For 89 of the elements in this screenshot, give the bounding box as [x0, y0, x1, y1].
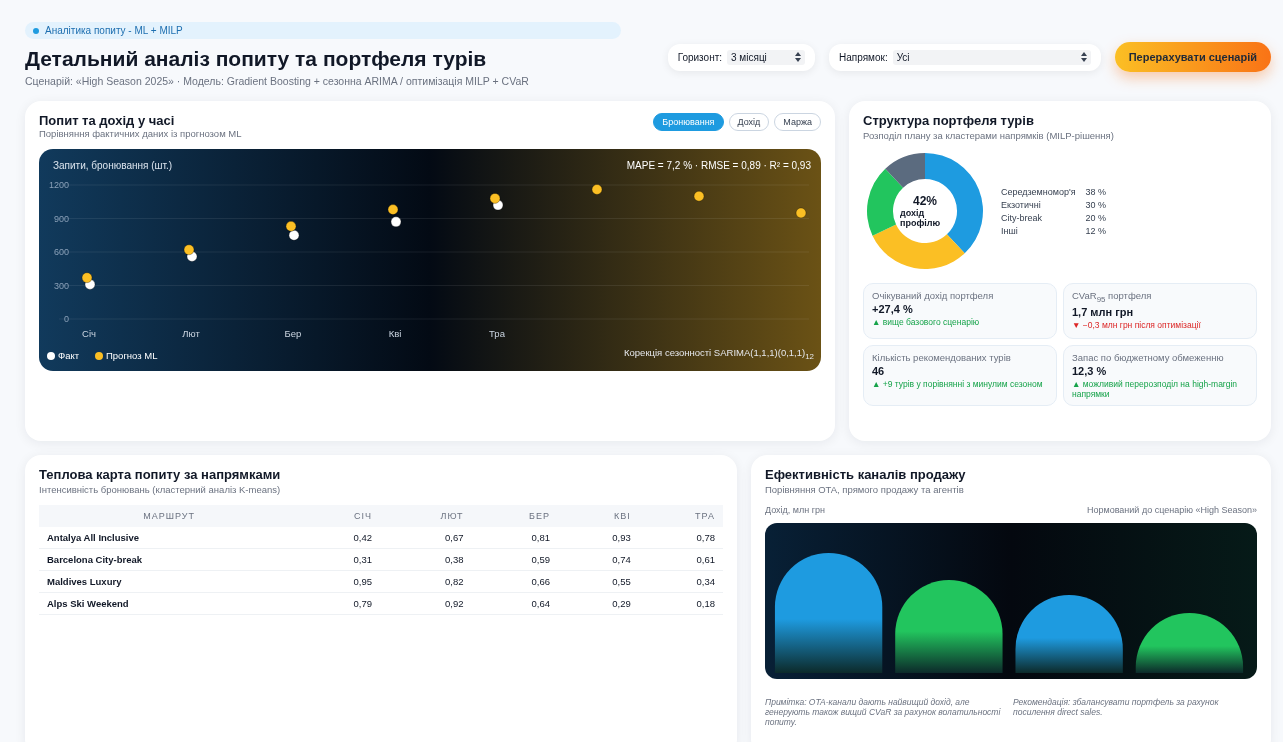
- card-title: Ефективність каналів продажу: [765, 467, 967, 482]
- axis-tick-label: Кві: [388, 328, 402, 339]
- axis-tick-label: 900: [53, 213, 69, 224]
- center-label: дохід профілю: [900, 207, 942, 229]
- table-cell: 0,81: [471, 527, 558, 549]
- legend-value: 20 %: [1085, 212, 1107, 223]
- card-subtitle: Порівняння OTA, прямого продажу та агентів: [765, 484, 965, 495]
- badge-text: Аналітика попиту - ML + MILP: [45, 25, 183, 36]
- card-title: Теплова карта попиту за напрямками: [39, 467, 282, 482]
- kpi-label: Очікуваний дохід портфеля: [872, 290, 995, 301]
- page-title: Детальний аналіз попиту та портфеля турів: [25, 47, 488, 71]
- table-cell: 0,42: [299, 527, 381, 549]
- legend-label: Прогноз ML: [106, 350, 158, 361]
- table-cell: Barcelona City-break: [39, 548, 300, 571]
- kpi-label: Кількість рекомендованих турів: [872, 352, 1012, 363]
- select-field[interactable]: Усі: [892, 49, 1091, 65]
- legend-label: Середземномор'я: [1001, 186, 1076, 197]
- axis-title: Запити, бронювання (шт.): [53, 160, 173, 171]
- recalculate-button[interactable]: Перерахувати сценарій: [1114, 42, 1271, 72]
- legend-value: 12 %: [1085, 225, 1107, 236]
- kpi-label: CVaR$_{95}$ портфеля: [1072, 290, 1153, 304]
- axis-tick-label: 1200: [48, 180, 69, 190]
- kpi-label: Запас по бюджетному обмеженню: [1072, 352, 1225, 363]
- center-value: 42%: [913, 193, 937, 208]
- legend-label: Інші: [1001, 225, 1019, 236]
- column-header: СІЧ: [299, 505, 381, 527]
- metrics-text: MAPE = 7,2 % · RMSE = 0,89 · R² = 0,93: [626, 160, 811, 171]
- chart-tab[interactable]: Дохід: [728, 113, 770, 131]
- axis-tick-label: 300: [53, 280, 69, 291]
- kpi-value: 46: [872, 365, 886, 377]
- table-cell: 0,64: [471, 592, 558, 615]
- legend-label: Факт: [58, 350, 80, 361]
- table-cell: 0,34: [638, 570, 723, 593]
- select-field[interactable]: 3 місяці: [727, 49, 806, 65]
- legend-value: 30 %: [1085, 199, 1107, 210]
- kpi-note: ▼ −0,3 млн грн після оптимізації: [1072, 319, 1202, 330]
- legend-label: Екзотичні: [1001, 199, 1042, 210]
- chart-tab[interactable]: Маржа: [774, 113, 821, 131]
- table-cell: 0,31: [299, 548, 381, 571]
- column-header: ТРА: [638, 505, 723, 527]
- card-title: Структура портфеля турів: [863, 113, 1035, 128]
- table-cell: 0,29: [558, 592, 639, 615]
- card-subtitle: Інтенсивність бронювань (кластерний аналіз K-means): [39, 484, 282, 495]
- kpi-value: 1,7 млн грн: [1072, 305, 1135, 318]
- norm-label: Нормований до сценарію «High Season»: [1087, 505, 1257, 515]
- axis-tick-label: Бер: [284, 328, 302, 339]
- table-cell: 0,78: [638, 527, 723, 549]
- kpi-note: ▲ можливий перерозподіл на high-margin напрямки: [1072, 379, 1239, 399]
- column-header: КВІ: [558, 505, 639, 527]
- filter-label: Напрямок:: [839, 51, 888, 63]
- kpi-note: ▲ вище базового сценарію: [872, 317, 981, 327]
- table-cell: 0,59: [471, 548, 558, 571]
- legend-label: City-break: [1001, 212, 1043, 223]
- axis-tick-label: 0: [64, 314, 69, 324]
- page-subtitle: Сценарій: «High Season 2025» · Модель: Gradient Boosting + сезонна ARIMA / оптимізація MILP + CVaR: [25, 75, 530, 87]
- axis-tick-label: Тра: [489, 328, 505, 339]
- filter-label: Горизонт:: [677, 51, 723, 63]
- kpi-note: ▲ +9 турів у порівнянні з минулим сезоном: [872, 379, 1044, 389]
- table-cell: Maldives Luxury: [39, 570, 300, 593]
- table-cell: 0,95: [299, 570, 381, 593]
- axis-tick-label: Січ: [82, 328, 96, 339]
- table-cell: 0,79: [299, 592, 381, 615]
- table-cell: 0,18: [638, 592, 723, 615]
- card-subtitle: Порівняння фактичних даних із прогнозом ML: [39, 128, 242, 139]
- kpi-value: 12,3 %: [1072, 365, 1108, 377]
- card-title: Попит та дохід у часі: [39, 113, 176, 128]
- axis-tick-label: Лют: [182, 328, 200, 339]
- table-cell: 0,92: [380, 592, 472, 615]
- table-cell: Antalya All Inclusive: [39, 527, 300, 549]
- table-cell: 0,93: [558, 527, 639, 549]
- legend-value: 38 %: [1085, 186, 1107, 197]
- table-cell: 0,55: [558, 570, 639, 593]
- table-cell: 0,66: [471, 570, 558, 593]
- column-header: БЕР: [471, 505, 558, 527]
- table-cell: 0,38: [380, 548, 472, 571]
- chart-note: Рекомендація: збалансувати портфель за рахунок посилення direct sales.: [1013, 697, 1220, 719]
- table-cell: 0,67: [380, 527, 472, 549]
- chart-note: Примітка: OTA-канали дають найвищий дохід, але генерують також вищий CVaR за рахунок волатильності попиту.: [765, 697, 1002, 727]
- axis-tick-label: 600: [53, 247, 69, 257]
- axis-label: Дохід, млн грн: [765, 505, 826, 515]
- table-cell: 0,74: [558, 548, 639, 571]
- kpi-value: +27,4 %: [872, 303, 914, 315]
- table-cell: 0,61: [638, 548, 723, 571]
- table-cell: 0,82: [380, 570, 472, 593]
- column-header: ЛЮТ: [380, 505, 472, 527]
- annotation-text: Корекція сезонності SARIMA(1,1,1)(0,1,1)$_{12}$: [623, 347, 814, 361]
- table-cell: Alps Ski Weekend: [39, 592, 300, 615]
- column-header: МАРШРУТ: [39, 505, 300, 527]
- card-subtitle: Розподіл плану за кластерами напрямків (MILP-рішення): [863, 130, 1115, 141]
